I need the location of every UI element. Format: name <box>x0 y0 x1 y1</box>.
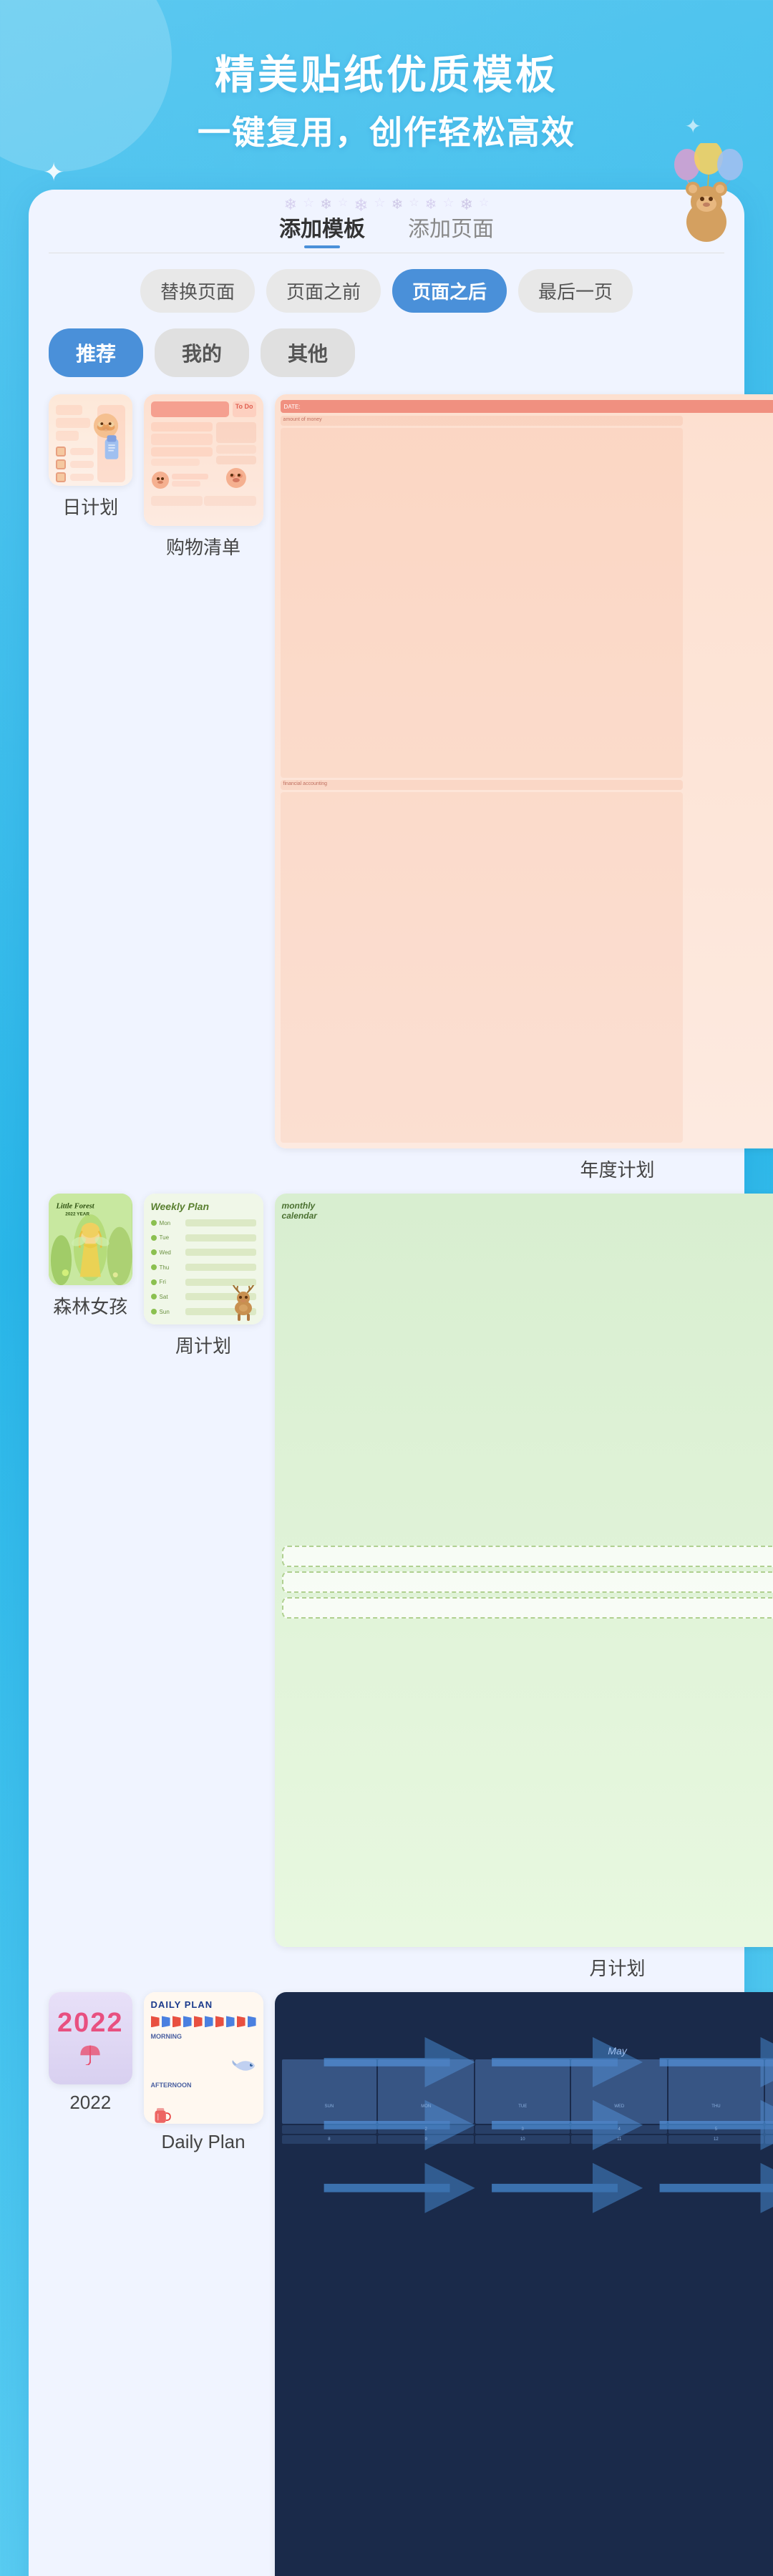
year-number-label: 2022 <box>57 2008 124 2039</box>
sparkle-decoration-1: ✦ <box>43 157 64 187</box>
template-thumb-2022: ❄ ☆ ❄ ☆ ❄ ☆ ❄ ☆ ❄ ☆ ❄ ☆ 2022 <box>49 1992 132 2084</box>
bear-balloons-decoration <box>658 143 752 250</box>
main-card: 添加模板 添加页面 替换页面 页面之前 页面之后 最后一页 推荐 我的 其他 <box>29 190 744 2576</box>
header-title-line1: 精美贴纸优质模板 <box>43 43 730 101</box>
sparkle-decoration-2: ✦ <box>685 114 701 138</box>
header-title-line2: 一键复用，创作轻松高效 <box>43 107 730 154</box>
template-item-2022[interactable]: ❄ ☆ ❄ ☆ ❄ ☆ ❄ ☆ ❄ ☆ ❄ ☆ 2022 <box>49 1992 132 2576</box>
page-header: 精美贴纸优质模板 一键复用，创作轻松高效 <box>0 0 773 175</box>
template-grid: 日计划 To Do <box>49 394 724 2576</box>
